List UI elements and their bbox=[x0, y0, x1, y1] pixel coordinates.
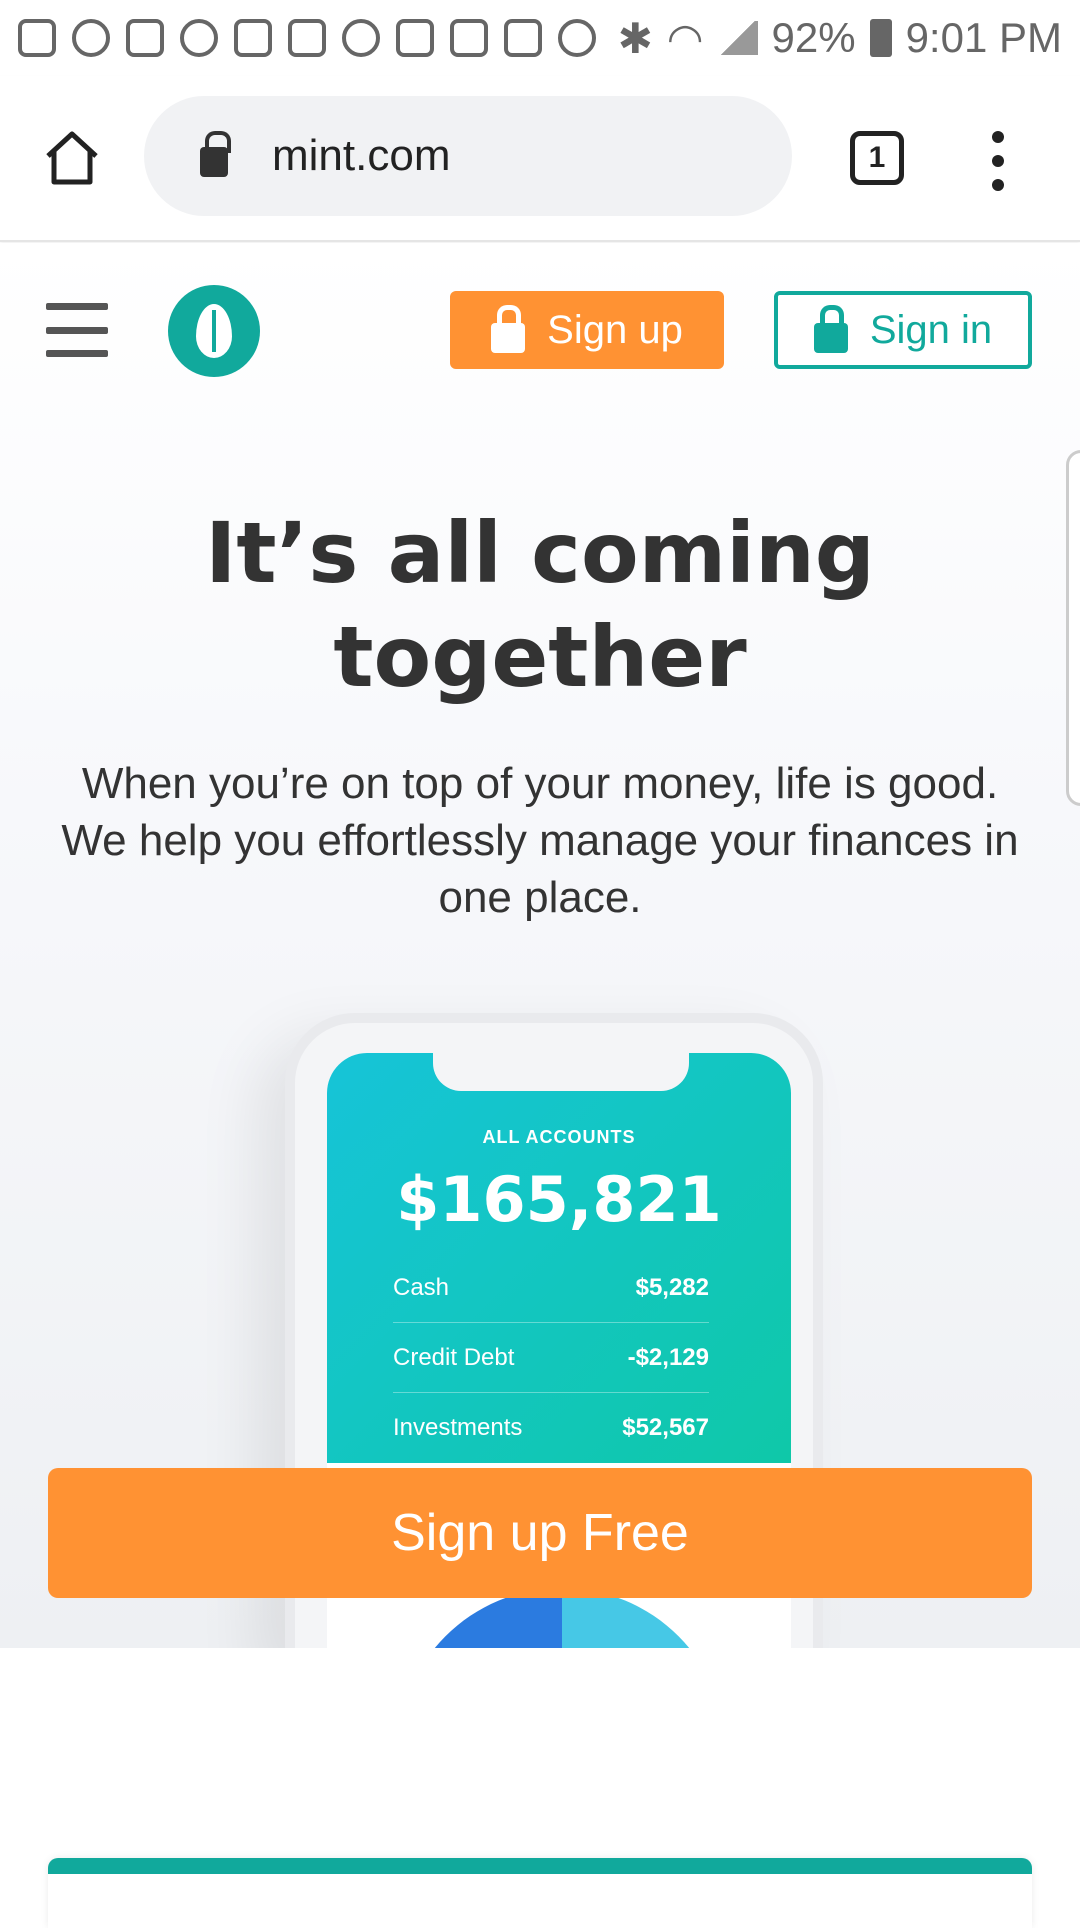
message-icon bbox=[126, 19, 164, 57]
signup-free-button[interactable]: Sign up Free bbox=[48, 1468, 1032, 1598]
gmail-icon bbox=[234, 19, 272, 57]
account-value: $52,567 bbox=[622, 1414, 709, 1441]
browser-menu-icon[interactable] bbox=[988, 131, 1008, 191]
loading-icon bbox=[342, 19, 380, 57]
leaf-icon bbox=[196, 304, 232, 358]
pen-icon bbox=[450, 19, 488, 57]
tab-switcher-button[interactable]: 1 bbox=[850, 131, 904, 185]
home-icon[interactable] bbox=[40, 126, 104, 190]
status-bar: ✱ ◠ 92% 9:01 PM bbox=[0, 0, 1080, 76]
account-name: Investments bbox=[393, 1414, 523, 1441]
account-row: Cash $5,282 bbox=[393, 1253, 709, 1323]
url-text: mint.com bbox=[272, 131, 451, 180]
signin-button[interactable]: Sign in bbox=[774, 291, 1032, 369]
accounts-panel: ALL ACCOUNTS $165,821 Cash $5,282 Credit… bbox=[327, 1053, 791, 1463]
account-name: Cash bbox=[393, 1273, 450, 1301]
image-icon bbox=[288, 19, 326, 57]
web-page: Sign up Sign in It’s all coming together… bbox=[0, 243, 1080, 1673]
phone-notch bbox=[433, 1053, 689, 1091]
accounts-total: $165,821 bbox=[396, 1163, 722, 1236]
add-icon bbox=[558, 19, 596, 57]
signal-icon bbox=[717, 21, 758, 55]
side-panel-handle[interactable] bbox=[1066, 450, 1080, 806]
feature-card bbox=[48, 1858, 1032, 1928]
account-name: Credit Debt bbox=[393, 1343, 515, 1371]
hero-title: It’s all coming together bbox=[205, 504, 875, 706]
account-value: -$2,129 bbox=[627, 1343, 709, 1371]
game-icon bbox=[396, 19, 434, 57]
mint-logo[interactable] bbox=[168, 285, 260, 377]
voicemail-icon bbox=[18, 19, 56, 57]
battery-icon bbox=[869, 19, 892, 57]
account-value: $5,282 bbox=[635, 1273, 709, 1301]
signup-label: Sign up bbox=[547, 307, 683, 352]
voicemail-icon bbox=[180, 19, 218, 57]
lock-icon bbox=[200, 131, 231, 177]
status-icons bbox=[18, 19, 596, 57]
hamburger-menu-icon[interactable] bbox=[46, 303, 108, 357]
url-field[interactable]: mint.com bbox=[144, 96, 792, 216]
accounts-label: ALL ACCOUNTS bbox=[482, 1127, 636, 1147]
signin-label: Sign in bbox=[869, 307, 993, 352]
signup-button[interactable]: Sign up bbox=[450, 291, 724, 369]
account-row: Credit Debt -$2,129 bbox=[393, 1323, 709, 1393]
clock: 9:01 PM bbox=[905, 14, 1062, 61]
account-row: Investments $52,567 bbox=[393, 1393, 709, 1463]
lock-icon bbox=[491, 305, 526, 353]
battery-percent: 92% bbox=[771, 14, 856, 61]
status-right: ✱ ◠ 92% 9:01 PM bbox=[618, 14, 1062, 63]
wifi-icon: ◠ bbox=[666, 14, 704, 62]
hero-subtitle: When you’re on top of your money, life i… bbox=[61, 759, 1019, 922]
bluetooth-icon: ✱ bbox=[617, 14, 653, 62]
browser-toolbar: mint.com 1 bbox=[0, 76, 1080, 242]
notification-icon bbox=[72, 19, 110, 57]
lock-icon bbox=[813, 305, 848, 353]
site-header: Sign up Sign in bbox=[0, 243, 1080, 403]
lower-section bbox=[0, 1648, 1080, 1928]
battery-saver-icon bbox=[504, 19, 542, 57]
